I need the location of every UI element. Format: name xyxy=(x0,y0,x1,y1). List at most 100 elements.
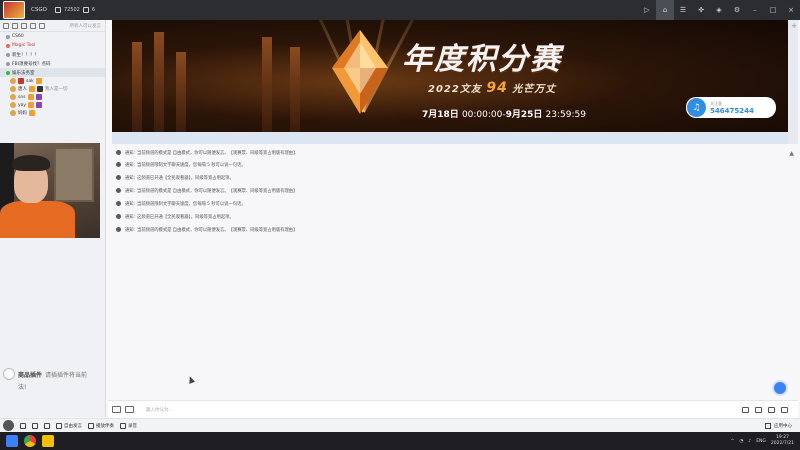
chat-input[interactable]: 输入你认为... xyxy=(146,407,173,413)
tree-item-cs60[interactable]: CS60 xyxy=(0,32,105,41)
user-icon[interactable] xyxy=(3,22,9,29)
tree-toolbar: 所有人可以发言 xyxy=(0,20,105,32)
message-icon[interactable] xyxy=(30,22,36,29)
stage-pillar xyxy=(176,52,186,132)
channel-tree-panel: 所有人可以发言 CS60 Magic Tool 新生！！！！ FBI须要号找？点… xyxy=(0,20,106,417)
plugin-promo[interactable]: 商品插件 请插插件将当前 xyxy=(3,368,103,380)
mic-button[interactable] xyxy=(32,422,38,429)
bell-icon: ♫ xyxy=(687,98,706,117)
mic-icon[interactable] xyxy=(768,406,775,413)
channel-avatar[interactable] xyxy=(3,1,25,19)
floating-settings-button[interactable] xyxy=(772,380,788,396)
chat-message: 通知: 当前频道的模式是 自由模式，你可以随便发言。 【观赛票、同级等宽占用版有理由… xyxy=(116,186,297,195)
gamepad-icon[interactable]: ✜ xyxy=(692,0,710,20)
user-row[interactable]: sns xyxy=(0,93,105,101)
id-icon xyxy=(54,7,61,13)
image-icon[interactable] xyxy=(125,406,134,413)
stage-pillar xyxy=(154,32,164,132)
music-button[interactable]: 播放伴奏 xyxy=(88,422,114,429)
tree-item-current[interactable]: 娱乐法务室 xyxy=(0,68,105,77)
user-row[interactable]: 唐人 我人是一切 xyxy=(0,85,105,93)
info-icon xyxy=(116,150,121,155)
minimize-icon[interactable]: – xyxy=(746,0,764,20)
user-row[interactable]: sak xyxy=(0,77,105,85)
chrome-icon[interactable] xyxy=(24,435,36,447)
tray-chevron-icon[interactable]: ^ xyxy=(731,439,735,444)
more-icon[interactable] xyxy=(781,406,788,413)
channel-icon xyxy=(6,70,10,75)
badge-icon xyxy=(29,86,35,92)
avatar xyxy=(10,86,16,92)
list-icon[interactable]: ☰ xyxy=(674,0,692,20)
event-banner[interactable]: 年度积分赛 2022文友 94 光芒万丈 7月18日 00:00:00-9月25… xyxy=(112,20,788,132)
window-controls: ▷ ⌂ ☰ ✜ ◈ ⚙ – □ × xyxy=(638,0,800,20)
person-shirt xyxy=(0,201,75,238)
music-icon xyxy=(88,422,94,429)
tree-item-magic-tool[interactable]: Magic Tool xyxy=(0,41,105,50)
user-count-icon xyxy=(82,7,89,13)
search-icon[interactable] xyxy=(21,22,27,29)
banner-scrollbar[interactable] xyxy=(788,20,798,144)
banner-date-range: 7月18日 00:00:00-9月25日 23:59:59 xyxy=(422,110,586,120)
settings-icon[interactable]: ⚙ xyxy=(728,0,746,20)
mic-icon xyxy=(32,422,38,429)
speaker-button[interactable] xyxy=(20,422,26,429)
chat-area: 通知: 当前频道的模式是 自由模式，你可以随便发言。 【观赛票、同级等宽占用版有理由… xyxy=(112,148,796,398)
info-icon xyxy=(116,201,121,206)
add-icon[interactable]: + xyxy=(791,22,797,30)
badge-icon xyxy=(18,78,24,84)
gift-icon[interactable]: ◈ xyxy=(710,0,728,20)
record-button[interactable]: 录音 xyxy=(120,422,137,429)
yy-app-icon[interactable] xyxy=(42,435,54,447)
speak-permission-hint: 所有人可以发言 xyxy=(69,23,102,29)
channel-icon xyxy=(6,34,10,39)
my-avatar[interactable] xyxy=(3,420,14,431)
webcam-video[interactable] xyxy=(0,143,100,238)
user-row[interactable]: yay xyxy=(0,101,105,109)
user-count: 6 xyxy=(91,7,96,13)
stage-pillar xyxy=(132,42,142,132)
language-indicator[interactable]: ENG xyxy=(756,439,766,444)
badge-icon xyxy=(37,86,43,92)
scroll-top-icon[interactable]: ▲ xyxy=(789,150,794,157)
share-button[interactable] xyxy=(44,422,50,429)
chat-message: 通知: 这频道已开通【全民观看器】，同级等宽占用起项。 xyxy=(116,212,234,221)
network-icon[interactable]: ◔ xyxy=(739,439,743,444)
clock[interactable]: 19:27 2022/7/21 xyxy=(771,435,794,447)
plugin-icon xyxy=(3,368,15,380)
channel-icon[interactable] xyxy=(12,22,18,29)
chat-bubble-icon[interactable] xyxy=(755,406,762,413)
close-icon[interactable]: × xyxy=(782,0,800,20)
voice-controls: 自由发言 播放伴奏 录音 应用中心 xyxy=(0,418,800,432)
badge-icon xyxy=(35,78,42,84)
diamond-trophy-icon xyxy=(332,30,388,114)
badge-icon xyxy=(29,110,35,116)
emoji-icon[interactable] xyxy=(112,406,121,413)
app-center-button[interactable]: 应用中心 xyxy=(765,422,792,429)
banner-subtitle: 2022文友 94 光芒万丈 xyxy=(428,80,557,96)
channel-id: 72502 xyxy=(63,7,80,13)
maximize-icon[interactable]: □ xyxy=(764,0,782,20)
grid-icon xyxy=(765,422,771,429)
badge-icon xyxy=(35,94,42,100)
home-icon[interactable]: ⌂ xyxy=(656,0,674,20)
windows-start-icon[interactable] xyxy=(6,435,18,447)
follow-card[interactable]: ♫ 关注客 546475244 xyxy=(686,97,776,118)
share-icon xyxy=(44,422,50,429)
background-shelf xyxy=(54,147,94,202)
banner-title: 年度积分赛 xyxy=(402,42,562,77)
user-row[interactable]: 妈妈 xyxy=(0,109,105,117)
channel-number: 546475244 xyxy=(710,106,754,115)
volume-icon[interactable]: ♪ xyxy=(748,439,751,444)
tree-item-newbie[interactable]: 新生！！！！ xyxy=(0,50,105,59)
channel-icon xyxy=(6,52,10,57)
tree-item-fbi[interactable]: FBI须要号找？点码 xyxy=(0,59,105,68)
settings-icon[interactable] xyxy=(39,22,45,29)
channel-icon xyxy=(6,43,10,48)
send-icon[interactable] xyxy=(742,406,749,413)
avatar xyxy=(10,102,16,108)
video-icon[interactable]: ▷ xyxy=(638,0,656,20)
person-hair xyxy=(12,155,50,171)
free-talk-button[interactable]: 自由发言 xyxy=(56,422,82,429)
channel-meta: 72502 6 xyxy=(54,7,96,13)
